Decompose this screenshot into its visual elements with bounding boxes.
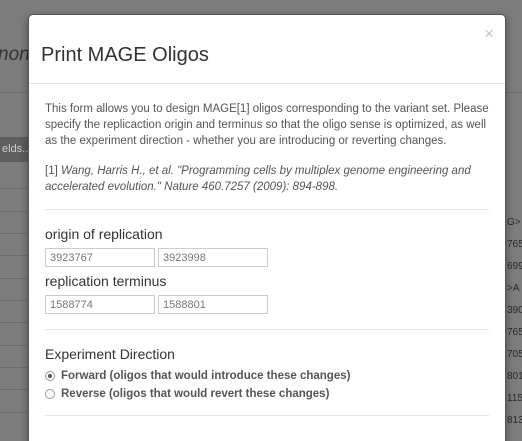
background-divider: [0, 278, 30, 279]
background-cell: 813: [507, 415, 522, 426]
divider: [45, 209, 489, 210]
modal-title: Print MAGE Oligos: [41, 44, 209, 66]
background-cell: 765: [507, 239, 522, 250]
background-cell: 390: [507, 305, 522, 316]
form-description: This form allows you to design MAGE[1] o…: [45, 103, 489, 147]
reverse-radio[interactable]: [45, 389, 55, 399]
background-title: non: [0, 44, 30, 65]
background-divider: [0, 389, 30, 390]
citation: [1] Wang, Harris H., et al. "Programming…: [45, 163, 489, 195]
origin-field-row: [45, 248, 489, 267]
terminus-end-input[interactable]: [158, 295, 268, 314]
divider: [45, 415, 489, 416]
forward-option-label: Forward (oligos that would introduce the…: [61, 370, 351, 382]
background-cell: 115: [507, 393, 522, 404]
background-divider: [0, 211, 30, 212]
reverse-option[interactable]: Reverse (oligos that would revert these …: [45, 388, 489, 400]
background-divider: [0, 188, 30, 189]
origin-label: origin of replication: [45, 226, 163, 242]
background-divider: [0, 367, 30, 368]
origin-start-input[interactable]: [45, 248, 155, 267]
citation-text: Wang, Harris H., et al. "Programming cel…: [45, 165, 471, 193]
background-divider: [0, 300, 30, 301]
reverse-option-label: Reverse (oligos that would revert these …: [61, 388, 330, 400]
background-divider: [0, 233, 30, 234]
background-cell: G>: [507, 217, 521, 228]
citation-prefix: [1]: [45, 165, 61, 177]
background-divider: [0, 255, 30, 256]
background-divider: [0, 412, 30, 413]
terminus-label: replication terminus: [45, 273, 167, 289]
background-divider: [0, 322, 30, 323]
background-filter-field: elds...: [0, 137, 31, 162]
background-cell: 699: [507, 261, 522, 272]
forward-option[interactable]: Forward (oligos that would introduce the…: [45, 370, 489, 382]
experiment-direction-label: Experiment Direction: [45, 346, 175, 362]
background-cell: 705: [507, 349, 522, 360]
terminus-start-input[interactable]: [45, 295, 155, 314]
origin-end-input[interactable]: [158, 248, 268, 267]
background-divider: [0, 345, 30, 346]
background-cell: 765: [507, 327, 522, 338]
terminus-field-row: [45, 295, 489, 314]
print-mage-oligos-modal: Print MAGE Oligos × This form allows you…: [28, 14, 506, 441]
background-cell: >A: [507, 283, 520, 294]
divider: [45, 329, 489, 330]
close-icon[interactable]: ×: [484, 25, 494, 42]
background-cell: 801: [507, 371, 522, 382]
forward-radio[interactable]: [45, 371, 55, 381]
modal-body: This form allows you to design MAGE[1] o…: [29, 101, 505, 416]
modal-header: Print MAGE Oligos ×: [29, 15, 505, 84]
